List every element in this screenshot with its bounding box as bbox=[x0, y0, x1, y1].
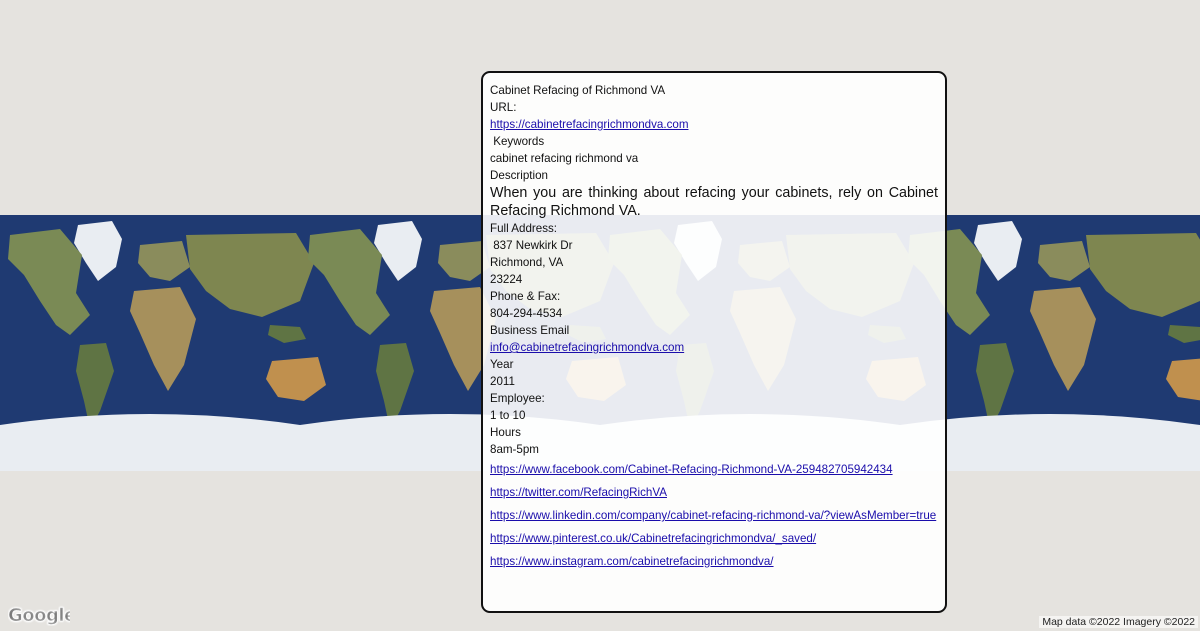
address-city: Richmond, VA bbox=[490, 256, 564, 269]
pinterest-link[interactable]: https://www.pinterest.co.uk/Cabinetrefac… bbox=[490, 532, 816, 545]
description-text: When you are thinking about refacing you… bbox=[490, 185, 938, 219]
hours-value: 8am-5pm bbox=[490, 443, 539, 456]
google-logo-wordmark: Google bbox=[8, 605, 77, 627]
email-label: Business Email bbox=[490, 324, 570, 337]
facebook-link[interactable]: https://www.facebook.com/Cabinet-Refacin… bbox=[490, 463, 893, 476]
year-label: Year bbox=[490, 358, 514, 371]
year-value: 2011 bbox=[490, 375, 515, 388]
phone-value: 804-294-4534 bbox=[490, 307, 563, 320]
business-info-card: Cabinet Refacing of Richmond VA URL: htt… bbox=[481, 71, 947, 613]
hours-label: Hours bbox=[490, 426, 521, 439]
svg-text:Google: Google bbox=[8, 605, 70, 626]
linkedin-link[interactable]: https://www.linkedin.com/company/cabinet… bbox=[490, 509, 936, 522]
keywords-label: Keywords bbox=[490, 135, 545, 148]
map-attribution: Map data ©2022 Imagery ©2022 bbox=[1039, 616, 1198, 628]
business-name: Cabinet Refacing of Richmond VA bbox=[490, 84, 666, 97]
employee-value: 1 to 10 bbox=[490, 409, 526, 422]
address-zip: 23224 bbox=[490, 273, 523, 286]
email-link[interactable]: info@cabinetrefacingrichmondva.com bbox=[490, 341, 684, 354]
phone-label: Phone & Fax: bbox=[490, 290, 561, 303]
employee-label: Employee: bbox=[490, 392, 545, 405]
description-label: Description bbox=[490, 169, 548, 182]
keywords-value: cabinet refacing richmond va bbox=[490, 152, 639, 165]
instagram-link[interactable]: https://www.instagram.com/cabinetrefacin… bbox=[490, 555, 774, 568]
google-logo[interactable]: Google bbox=[8, 604, 77, 631]
twitter-link[interactable]: https://twitter.com/RefacingRichVA bbox=[490, 486, 667, 499]
address-label: Full Address: bbox=[490, 222, 558, 235]
website-link[interactable]: https://cabinetrefacingrichmondva.com bbox=[490, 118, 688, 131]
address-street: 837 Newkirk Dr bbox=[490, 239, 573, 252]
url-label: URL: bbox=[490, 101, 517, 114]
